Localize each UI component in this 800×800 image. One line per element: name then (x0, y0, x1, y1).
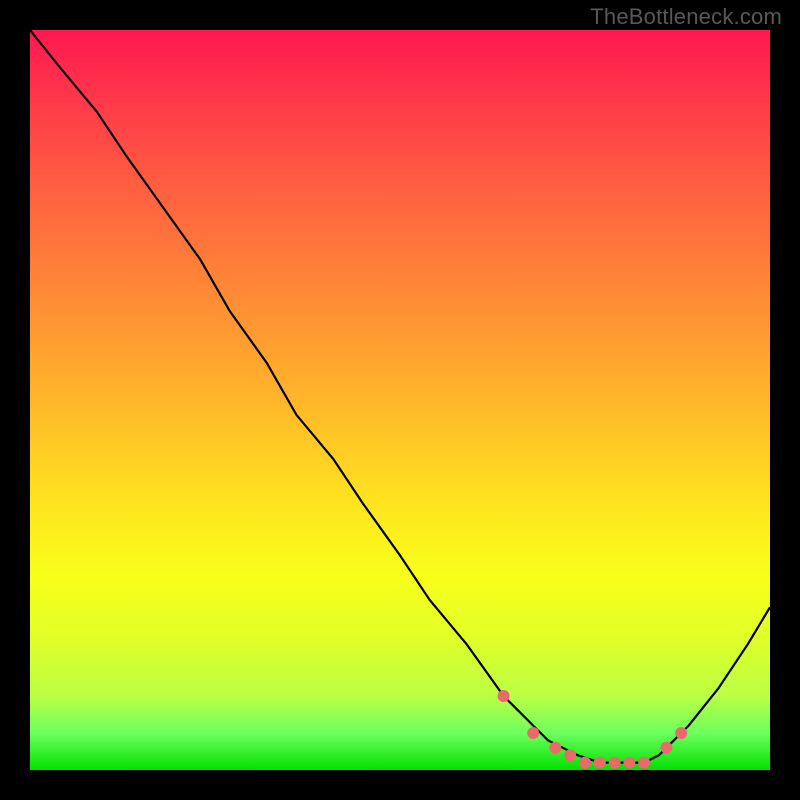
highlight-dot (623, 757, 635, 769)
watermark-text: TheBottleneck.com (590, 4, 782, 30)
plot-area (30, 30, 770, 770)
highlight-dots (498, 690, 688, 769)
curve-svg (30, 30, 770, 770)
highlight-dot (675, 727, 687, 739)
highlight-dot (660, 742, 672, 754)
chart-frame: TheBottleneck.com (0, 0, 800, 800)
bottleneck-curve (30, 30, 770, 763)
highlight-dot (498, 690, 510, 702)
highlight-dot (527, 727, 539, 739)
highlight-dot (564, 749, 576, 761)
highlight-dot (638, 757, 650, 769)
highlight-dot (594, 757, 606, 769)
highlight-dot (609, 757, 621, 769)
highlight-dot (549, 742, 561, 754)
highlight-dot (579, 757, 591, 769)
